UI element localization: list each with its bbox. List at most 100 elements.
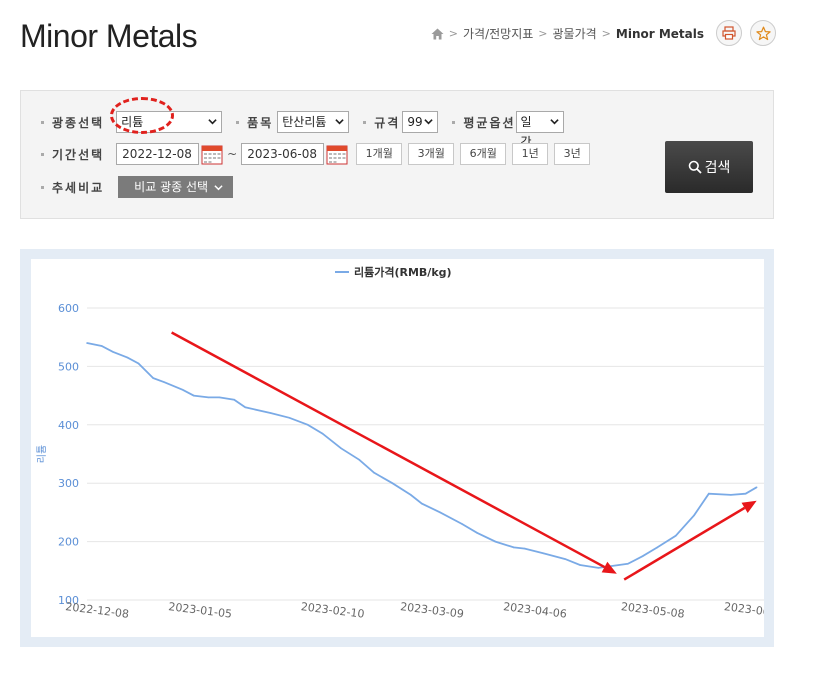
y-tick-label: 600 <box>58 302 79 315</box>
print-button[interactable] <box>716 20 742 46</box>
x-tick-label: 2023-06-0 <box>723 600 764 620</box>
calendar-icon[interactable] <box>201 143 223 165</box>
y-tick-label: 200 <box>58 536 79 549</box>
data-point <box>373 471 375 474</box>
data-point <box>708 492 710 495</box>
y-tick-label: 500 <box>58 360 79 373</box>
star-icon <box>755 26 771 40</box>
period-3m-button[interactable]: 3개월 <box>408 143 455 165</box>
x-tick-label: 2022-12-08 <box>65 600 130 621</box>
calendar-icon[interactable] <box>326 143 348 165</box>
data-point <box>409 494 412 496</box>
period-label: 기간선택 <box>41 146 104 163</box>
chevron-down-icon <box>424 119 434 125</box>
x-tick-label: 2023-05-08 <box>620 600 685 621</box>
data-point <box>494 540 497 543</box>
data-point <box>126 356 129 359</box>
data-point <box>542 552 545 555</box>
compare-mineral-button[interactable]: 비교 광종 선택 <box>118 176 234 198</box>
data-point <box>755 486 758 489</box>
data-point <box>693 514 695 517</box>
data-point <box>152 377 155 379</box>
trend-arrow <box>171 331 617 574</box>
spec-label: 규격 <box>363 114 400 131</box>
period-1m-button[interactable]: 1개월 <box>356 143 403 165</box>
x-tick-label: 2023-02-10 <box>300 600 365 621</box>
period-3y-button[interactable]: 3년 <box>554 143 591 165</box>
date-to-input[interactable]: 2023-06-08 <box>241 143 325 165</box>
chevron-down-icon <box>208 119 217 125</box>
mineral-label: 광종선택 <box>41 114 104 131</box>
data-point <box>391 482 394 484</box>
compare-label: 추세비교 <box>41 179 104 196</box>
page-title: Minor Metals <box>20 18 198 54</box>
data-point <box>137 362 140 365</box>
home-icon[interactable] <box>431 28 444 40</box>
data-point <box>244 406 247 409</box>
data-point <box>218 396 221 399</box>
x-tick-label: 2023-01-05 <box>168 600 233 621</box>
avg-option-select[interactable]: 일간 <box>515 111 564 149</box>
chevron-right-icon: > <box>448 27 458 40</box>
data-point <box>439 511 442 514</box>
date-separator: ~ <box>227 147 238 161</box>
x-tick-label: 2023-04-06 <box>502 600 567 621</box>
series-line <box>86 342 758 569</box>
data-point <box>86 342 88 344</box>
highlight-circle <box>110 97 174 134</box>
data-point <box>656 546 659 549</box>
spec-select[interactable]: 99 <box>402 111 439 133</box>
chevron-right-icon: > <box>538 27 548 40</box>
y-tick-label: 400 <box>58 419 79 432</box>
data-point <box>306 424 309 426</box>
trend-arrow <box>623 500 757 581</box>
trend-arrows <box>171 331 757 581</box>
data-point <box>461 523 464 525</box>
data-point <box>192 394 195 397</box>
search-icon <box>688 160 702 174</box>
data-point <box>579 564 581 566</box>
data-point <box>730 494 732 496</box>
data-point <box>524 547 526 550</box>
series-points <box>86 342 758 569</box>
chevron-down-icon <box>335 119 344 125</box>
data-point <box>321 432 324 435</box>
data-point <box>513 546 515 549</box>
data-point <box>476 532 478 534</box>
y-axis-label: 리튬 <box>36 445 48 463</box>
favorite-button[interactable] <box>750 20 776 46</box>
data-point <box>270 412 272 414</box>
data-point <box>111 351 114 353</box>
chevron-down-icon <box>549 119 559 125</box>
chart-svg: 100200300400500600 2022-12-08 2023-01-05 2… <box>36 265 782 621</box>
period-1y-button[interactable]: 1년 <box>512 143 549 165</box>
data-point <box>564 558 567 560</box>
data-point <box>597 567 600 569</box>
data-point <box>163 381 166 383</box>
data-point <box>627 562 629 565</box>
breadcrumb-item[interactable]: 광물가격 <box>553 25 597 42</box>
data-point <box>233 398 235 401</box>
print-icon <box>722 26 736 40</box>
breadcrumb: > 가격/전망지표 > 광물가격 > Minor Metals <box>431 25 704 42</box>
chevron-right-icon: > <box>601 27 611 40</box>
item-label: 품목 <box>236 114 273 131</box>
period-6m-button[interactable]: 6개월 <box>460 143 507 165</box>
search-button[interactable]: 검색 <box>665 141 753 193</box>
data-point <box>181 388 184 391</box>
item-select[interactable]: 탄산리튬 <box>277 111 350 133</box>
x-tick-labels: 2022-12-08 2023-01-05 2023-02-10 2023-03-09… <box>65 600 782 621</box>
chart-panel: 100 200 300 400 500 600 2022-12-08 2023-01-05 2… <box>31 259 782 637</box>
legend-label: 리튬가격(RMB/kg) <box>354 265 452 279</box>
y-tick-label: 300 <box>58 477 79 490</box>
data-point <box>288 416 291 419</box>
data-point <box>641 555 644 557</box>
avg-option-label: 평균옵션 <box>452 114 515 131</box>
breadcrumb-item[interactable]: 가격/전망지표 <box>463 25 533 42</box>
data-point <box>744 492 747 495</box>
chevron-down-icon <box>214 184 223 190</box>
date-from-input[interactable]: 2022-12-08 <box>116 143 200 165</box>
data-point <box>421 502 423 505</box>
breadcrumb-current: Minor Metals <box>615 26 704 41</box>
data-point <box>207 396 210 399</box>
